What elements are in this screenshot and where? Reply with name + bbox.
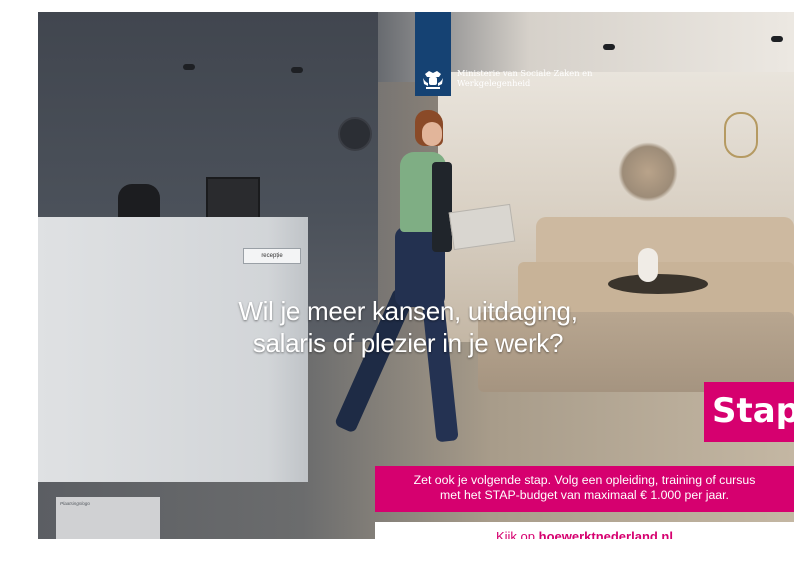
cta-box[interactable]: Kijk op hoewerktnederland.nl — [375, 522, 794, 539]
desk-sign: recepție — [243, 248, 301, 264]
ceiling-spot-icon — [291, 67, 303, 73]
ceiling-spot-icon — [603, 44, 615, 50]
headline-line-1: Wil je meer kansen, uitdaging, — [238, 296, 578, 326]
ministry-line-2: Werkgelegenheid — [457, 78, 531, 88]
placement-logo-area: Plaatsingslogo — [56, 497, 160, 539]
wall-clock-icon — [338, 117, 372, 151]
wall-mirror — [724, 112, 758, 158]
government-logo — [415, 12, 451, 96]
info-line-2: met het STAP-budget van maximaal € 1.000… — [440, 488, 729, 502]
info-box: Zet ook je volgende stap. Volg een oplei… — [375, 466, 794, 512]
headline-line-2: salaris of plezier in je werk? — [252, 328, 564, 358]
coffee-table — [608, 274, 708, 294]
advertisement: recepție Ministerie van Sociale Zaken en… — [38, 12, 794, 539]
info-line-1: Zet ook je volgende stap. Volg een oplei… — [413, 473, 756, 487]
person-head — [422, 122, 442, 146]
headline: Wil je meer kansen, uitdaging, salaris o… — [148, 295, 668, 359]
placement-logo-label: Plaatsingslogo — [60, 501, 90, 506]
decorative-plants — [618, 142, 678, 202]
cta-prefix: Kijk op — [495, 529, 539, 539]
ministry-line-1: Ministerie van Sociale Zaken en — [457, 68, 593, 78]
coat-of-arms-icon — [423, 71, 443, 89]
stap-logo: Stap — [704, 382, 794, 442]
person-cardigan — [432, 162, 452, 252]
stap-logo-text: Stap — [712, 391, 794, 431]
ceiling-spot-icon — [183, 64, 195, 70]
vase — [638, 248, 658, 282]
computer-monitor — [206, 177, 260, 221]
ministry-name: Ministerie van Sociale Zaken en Werkgele… — [457, 68, 592, 88]
ceiling-spot-icon — [771, 36, 783, 42]
cta-link[interactable]: hoewerktnederland.nl — [539, 529, 673, 539]
